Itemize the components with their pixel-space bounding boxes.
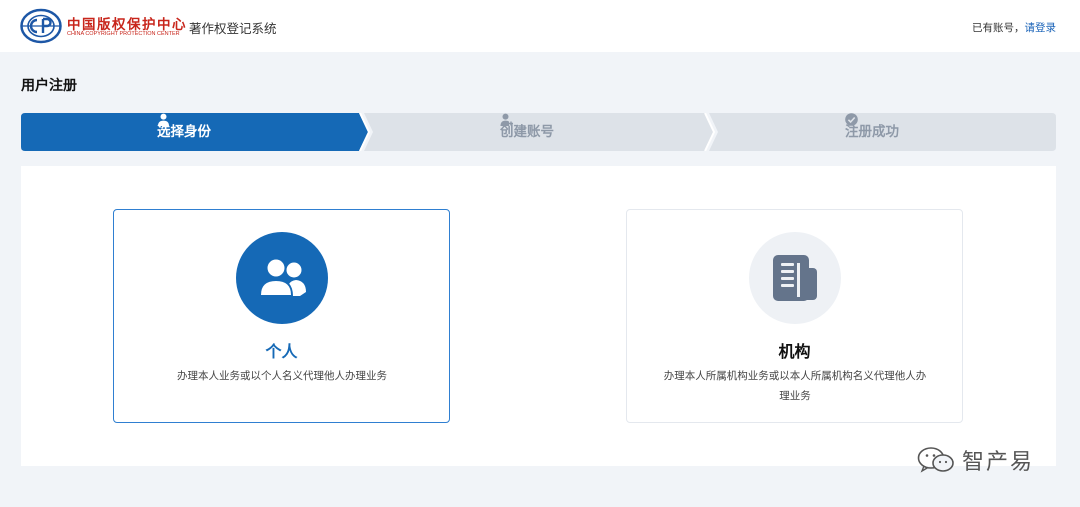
- users-icon: [259, 258, 306, 296]
- personal-icon-circle: [236, 232, 328, 324]
- login-link[interactable]: 请登录: [1025, 22, 1057, 34]
- account-area: 已有账号，请登录: [972, 20, 1056, 35]
- card-description: 办理本人业务或以个人名义代理他人办理业务: [177, 370, 387, 382]
- registration-steps: 选择身份 创建账号 注册成功: [21, 113, 1056, 151]
- organization-card[interactable]: 机构 办理本人所属机构业务或以本人所属机构名义代理他人办理业务: [626, 209, 963, 423]
- card-description: 办理本人所属机构业务或以本人所属机构名义代理他人办理业务: [663, 370, 927, 402]
- top-header: 中国版权保护中心 CHINA COPYRIGHT PROTECTION CENT…: [0, 0, 1080, 52]
- card-title: 个人: [265, 342, 298, 361]
- account-prompt: 已有账号，: [972, 22, 1025, 34]
- watermark: 智产易: [916, 444, 1034, 476]
- card-title: 机构: [778, 342, 811, 361]
- step-register-success: 注册成功: [845, 113, 899, 151]
- page-title: 用户注册: [21, 78, 77, 94]
- user-icon: [158, 113, 169, 126]
- ccpc-logo-icon: [20, 8, 62, 44]
- step-select-identity: 选择身份: [157, 113, 211, 151]
- wechat-icon: [917, 447, 954, 473]
- user-add-icon: [500, 113, 513, 126]
- personal-card[interactable]: 个人 办理本人业务或以个人名义代理他人办理业务: [113, 209, 450, 423]
- org-icon-circle: [749, 232, 841, 324]
- org-name-en: CHINA COPYRIGHT PROTECTION CENTER: [67, 31, 180, 37]
- watermark-text: 智产易: [962, 450, 1035, 475]
- check-circle-icon: [845, 113, 858, 126]
- document-icon: [773, 255, 817, 301]
- step-create-account: 创建账号: [500, 113, 554, 151]
- identity-panel: 个人 办理本人业务或以个人名义代理他人办理业务 机构 办理本人所属机构业务或以本…: [21, 166, 1056, 466]
- org-name-cn: 中国版权保护中心: [67, 17, 187, 33]
- system-name: 著作权登记系统: [189, 21, 277, 36]
